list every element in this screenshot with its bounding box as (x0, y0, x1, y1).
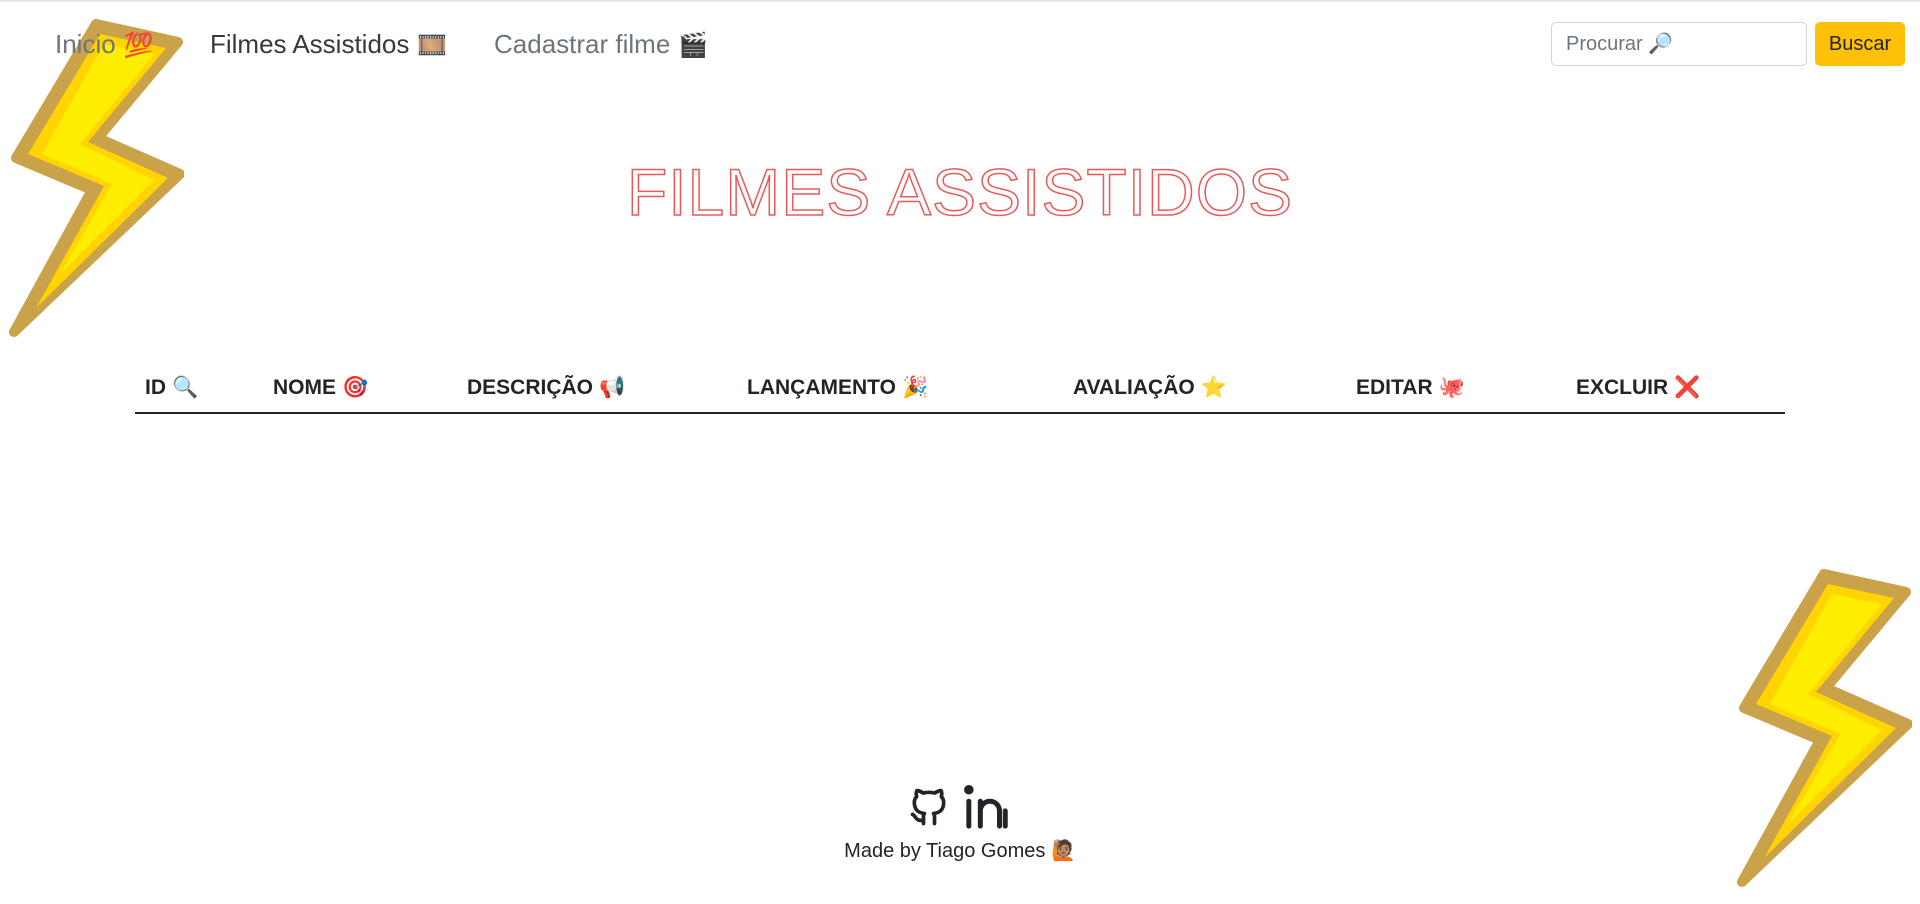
megaphone-icon: 📢 (599, 376, 626, 399)
search-input[interactable] (1552, 23, 1806, 65)
nav-link-inicio[interactable]: Inicio 💯 (55, 28, 154, 62)
navbar: Inicio 💯 Filmes Assistidos 🎞️ Cadastrar fi… (0, 2, 1920, 86)
credit-text: Made by Tiago Gomes (844, 840, 1046, 862)
column-header-avaliacao: AVALIAÇÃO ⭐ (1063, 366, 1346, 414)
film-frames-icon: 🎞️ (417, 32, 448, 59)
footer: Made by Tiago Gomes 🙋🏽 (0, 782, 1920, 863)
nav-link-label: Inicio (55, 29, 116, 59)
nav-link-label: Filmes Assistidos (210, 29, 410, 59)
column-header-nome: NOME 🎯 (263, 366, 457, 414)
column-header-descricao: DESCRIÇÃO 📢 (457, 366, 737, 414)
table-header-row: ID 🔍 NOME 🎯 DESCRIÇÃO 📢 LANÇAMENTO 🎉 AVALIAÇ… (135, 366, 1785, 414)
target-icon: 🎯 (342, 376, 369, 399)
clapper-board-icon: 🎬 (678, 32, 709, 59)
column-header-lancamento: LANÇAMENTO 🎉 (737, 366, 1063, 414)
star-icon: ⭐ (1200, 376, 1227, 399)
social-links (0, 782, 1920, 832)
movies-table: ID 🔍 NOME 🎯 DESCRIÇÃO 📢 LANÇAMENTO 🎉 AVALIAÇ… (135, 366, 1785, 414)
search-box (1551, 22, 1807, 66)
octopus-icon: 🐙 (1438, 376, 1465, 399)
nav-link-label: Cadastrar filme (494, 29, 671, 59)
party-popper-icon: 🎉 (901, 376, 929, 399)
nav-link-filmes-assistidos[interactable]: Filmes Assistidos 🎞️ (210, 28, 447, 62)
magnifying-glass-icon: 🔍 (172, 376, 199, 399)
page-title: FILMES ASSISTIDOS (626, 154, 1294, 230)
hundred-points-icon: 💯 (123, 32, 154, 59)
nav-link-cadastrar-filme[interactable]: Cadastrar filme 🎬 (494, 28, 708, 62)
search-button[interactable]: Buscar (1815, 22, 1905, 66)
person-raising-hand-icon: 🙋🏽 (1050, 840, 1076, 862)
column-header-excluir: EXCLUIR ❌ (1566, 366, 1785, 414)
column-header-editar: EDITAR 🐙 (1346, 366, 1566, 414)
footer-credit: Made by Tiago Gomes 🙋🏽 (0, 838, 1920, 863)
linkedin-icon[interactable] (963, 784, 1013, 830)
cross-mark-icon: ❌ (1674, 376, 1701, 399)
github-icon[interactable] (907, 784, 951, 830)
column-header-id: ID 🔍 (135, 366, 263, 414)
